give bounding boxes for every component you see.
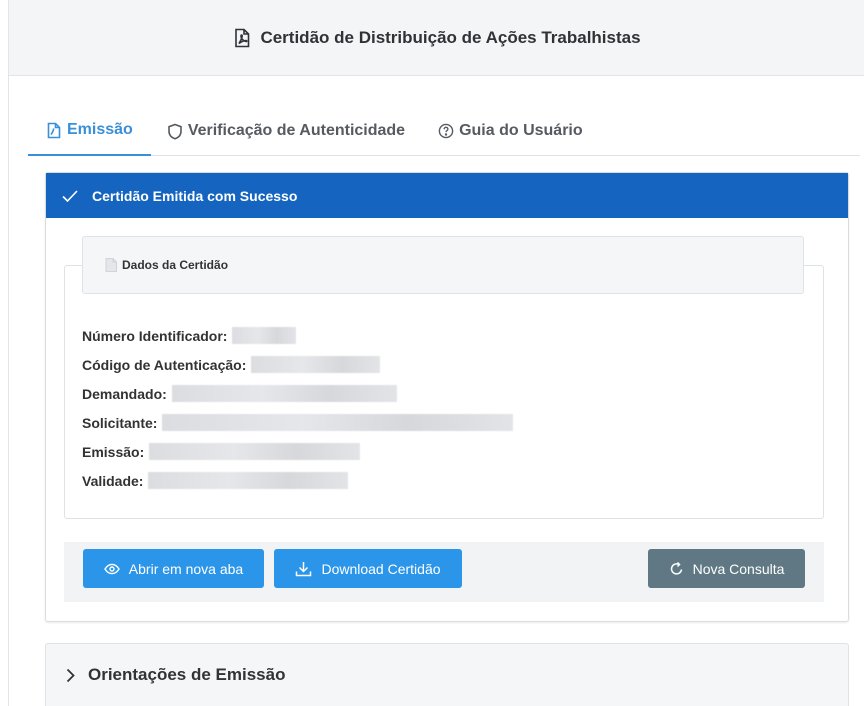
section-title: Dados da Certidão (122, 258, 229, 272)
success-banner: Certidão Emitida com Sucesso (46, 173, 848, 218)
redacted-value (149, 443, 361, 460)
field-numero-identificador: Número Identificador: (82, 321, 513, 350)
field-solicitante: Solicitante: (82, 408, 514, 437)
field-label: Demandado: (82, 385, 167, 402)
app-frame: Certidão de Distribuição de Ações Trabal… (8, 0, 864, 706)
certificate-data-header: Dados da Certidão (82, 236, 804, 294)
tab-emissao-label: Emissão (67, 121, 133, 138)
field-label: Validade: (82, 472, 144, 489)
chevron-right-icon (66, 668, 75, 683)
tab-guia-label: Guia do Usuário (459, 122, 583, 139)
download-icon (295, 561, 312, 577)
action-bar: Abrir em nova aba Download Certidão Nova… (64, 542, 824, 602)
pdf-file-icon (233, 28, 251, 48)
download-button[interactable]: Download Certidão (274, 549, 462, 588)
tab-bar: Emissão Verificação de Autenticidade Gui… (28, 106, 860, 156)
field-demandado: Demandado: (82, 379, 513, 408)
shield-icon (167, 123, 183, 140)
redacted-value (148, 472, 349, 489)
pdf-file-icon (46, 122, 62, 139)
field-label: Solicitante: (82, 414, 158, 431)
tab-verificacao-label: Verificação de Autenticidade (187, 122, 406, 139)
redacted-value (162, 414, 514, 431)
new-query-button[interactable]: Nova Consulta (648, 549, 805, 588)
redacted-value (251, 356, 381, 373)
eye-icon (103, 563, 120, 575)
open-new-tab-label: Abrir em nova aba (128, 560, 244, 577)
redacted-value (171, 385, 397, 402)
accordion-label: Orientações de Emissão (88, 665, 286, 684)
open-new-tab-button[interactable]: Abrir em nova aba (83, 549, 264, 588)
tab-guia[interactable]: Guia do Usuário (422, 106, 600, 156)
refresh-icon (669, 561, 684, 576)
field-label: Emissão: (82, 443, 145, 460)
tab-verificacao[interactable]: Verificação de Autenticidade (151, 106, 422, 156)
new-query-label: Nova Consulta (692, 560, 785, 577)
download-label: Download Certidão (321, 560, 441, 577)
field-codigo-autenticacao: Código de Autenticação: (82, 350, 513, 379)
field-validade: Validade: (82, 466, 513, 495)
tab-emissao[interactable]: Emissão (28, 106, 151, 156)
field-emissao: Emissão: (82, 437, 513, 466)
redacted-value (232, 327, 297, 344)
accordion-orientacoes[interactable]: Orientações de Emissão (45, 643, 849, 706)
success-title: Certidão Emitida com Sucesso (92, 187, 298, 204)
page-title: Certidão de Distribuição de Ações Trabal… (260, 27, 641, 47)
check-icon (62, 189, 78, 202)
field-label: Código de Autenticação: (82, 356, 247, 373)
page-header: Certidão de Distribuição de Ações Trabal… (9, 0, 864, 76)
document-icon (105, 258, 117, 272)
field-label: Número Identificador: (82, 327, 228, 344)
certificate-fields: Número Identificador: Código de Autentic… (82, 321, 514, 495)
certificate-card: Certidão Emitida com Sucesso Dados da Ce… (45, 172, 849, 622)
help-circle-icon (438, 123, 454, 139)
